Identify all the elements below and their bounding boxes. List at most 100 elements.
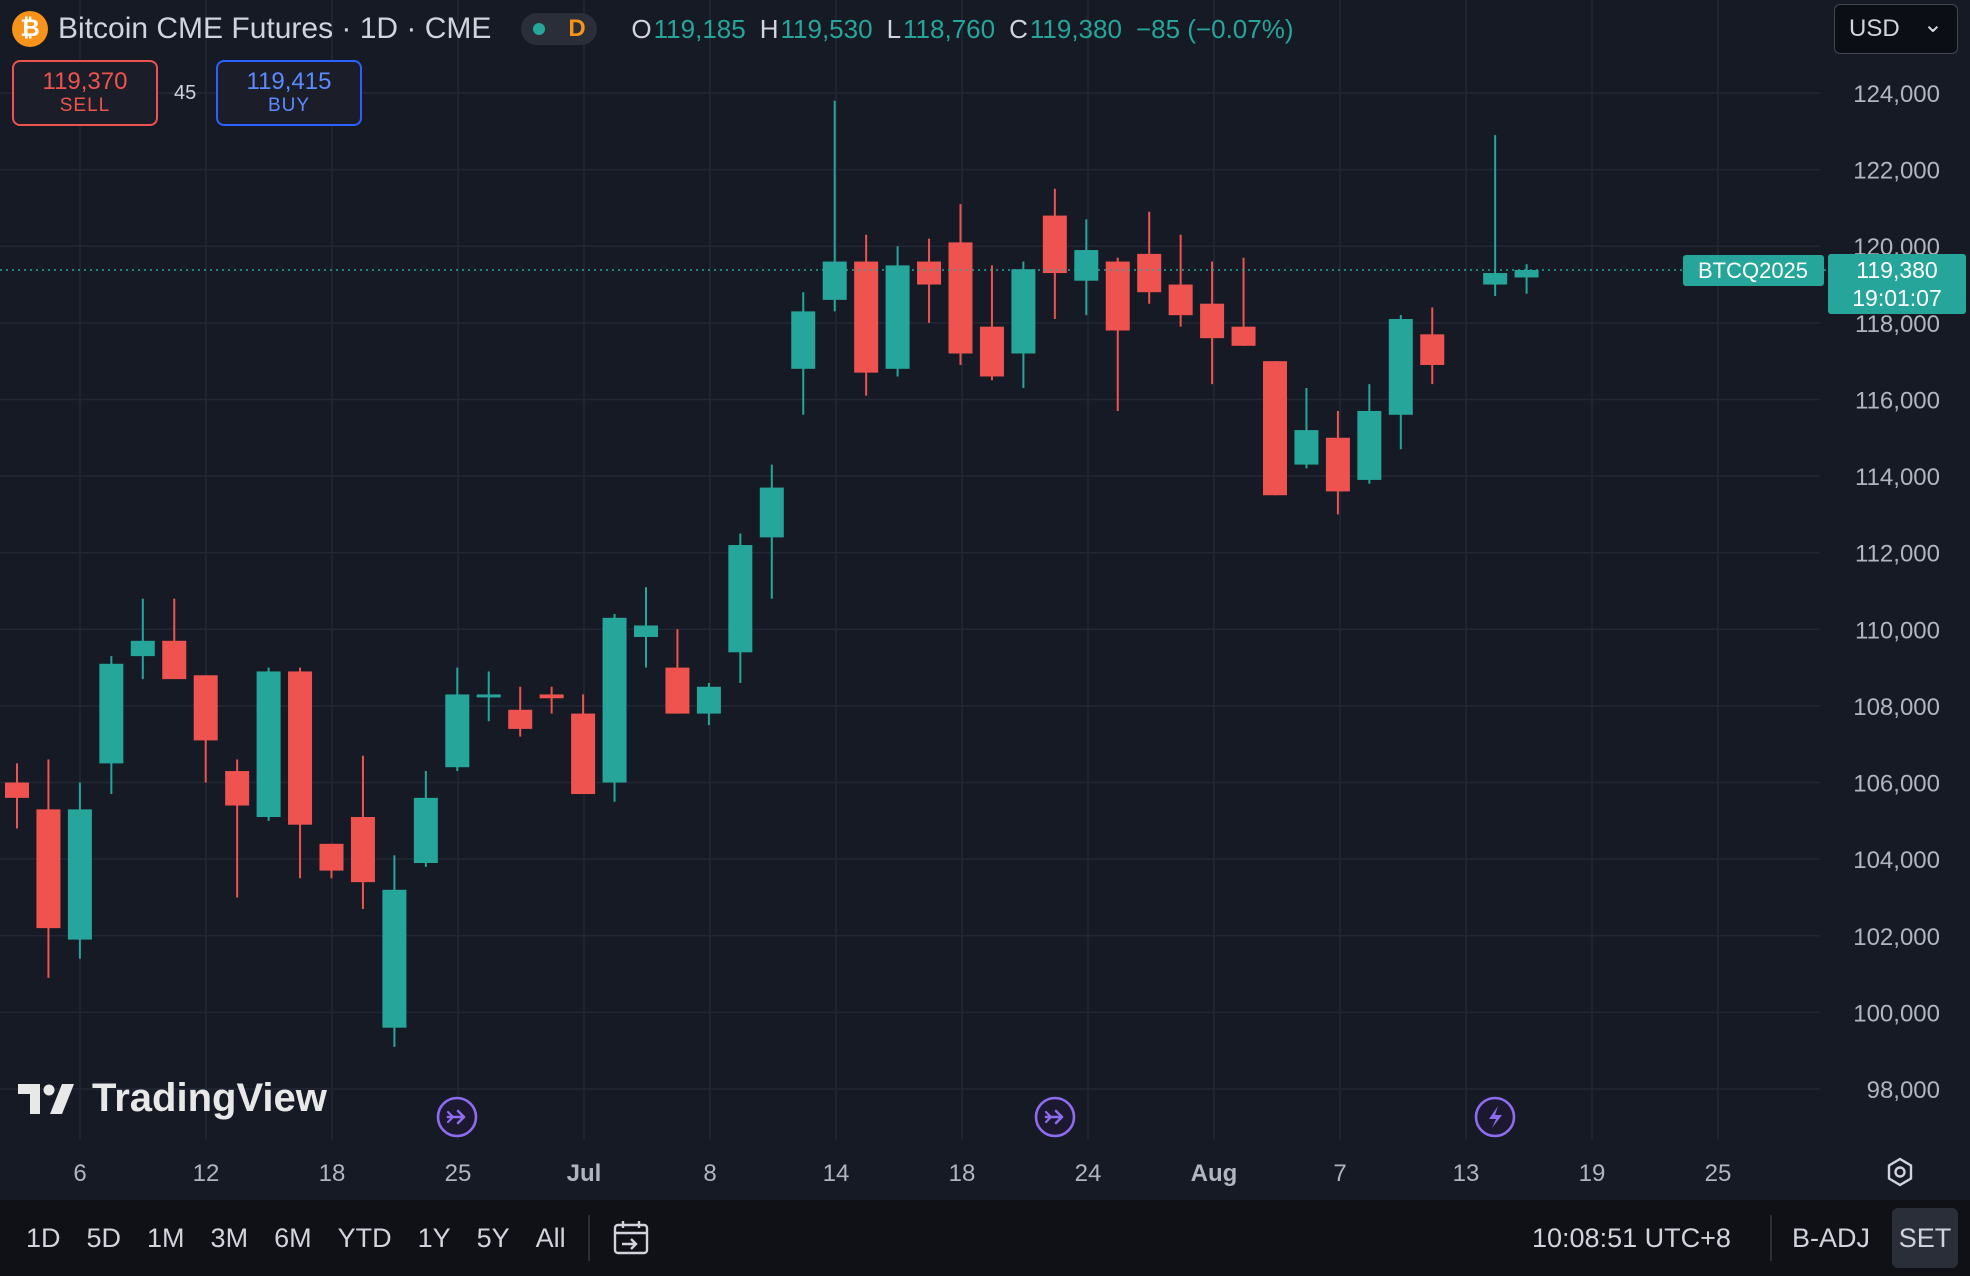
go-to-date-calendar-icon[interactable]: [612, 1218, 652, 1258]
x-tick-label: 13: [1453, 1160, 1480, 1187]
candle-body: [382, 889, 407, 1028]
sell-label: SELL: [59, 94, 111, 116]
candle-body: [36, 809, 61, 929]
currency-value: USD: [1849, 15, 1900, 42]
x-tick-label: 14: [823, 1160, 850, 1187]
x-tick-label: 24: [1075, 1160, 1102, 1187]
candle-body: [445, 694, 470, 768]
x-tick-label: 8: [703, 1160, 716, 1187]
ohlc-close: C119,380: [1009, 13, 1122, 44]
settlement-toggle[interactable]: SET: [1892, 1208, 1958, 1268]
candle-body: [1388, 319, 1413, 415]
candle-body: [1105, 261, 1130, 331]
candle-body: [634, 625, 658, 637]
candle-body: [508, 709, 533, 729]
bar-countdown-text: 19:01:07: [1852, 285, 1942, 311]
range-5y-button[interactable]: 5Y: [477, 1223, 510, 1254]
candle-body: [1074, 250, 1099, 281]
x-tick-label: 19: [1579, 1160, 1606, 1187]
candle-body: [1231, 326, 1256, 346]
candle-body: [99, 663, 124, 764]
price-chart[interactable]: 98,000 100,000 102,000 104,000 106,000 108,00…: [0, 0, 1970, 1200]
settlement-label: SET: [1898, 1222, 1952, 1253]
y-tick-label: 100,000: [1853, 1000, 1940, 1027]
symbol-title[interactable]: Bitcoin CME Futures · 1D · CME: [58, 12, 491, 46]
y-tick-label: 112,000: [1855, 541, 1940, 568]
candle-body: [1514, 269, 1539, 278]
y-tick-label: 122,000: [1853, 158, 1940, 185]
range-6m-button[interactable]: 6M: [274, 1223, 312, 1254]
sell-button[interactable]: 119,370 SELL: [12, 60, 158, 126]
candle-body: [602, 617, 627, 783]
candle-body: [1263, 361, 1287, 496]
range-1m-button[interactable]: 1M: [147, 1223, 185, 1254]
candle-body: [5, 782, 29, 798]
candle-body: [319, 843, 344, 871]
range-3m-button[interactable]: 3M: [211, 1223, 249, 1254]
tradingview-logo-icon: [18, 1083, 74, 1114]
delay-flag: D: [568, 15, 586, 42]
timezone-clock[interactable]: 10:08:51 UTC+8: [1532, 1223, 1731, 1254]
y-tick-label: 98,000: [1867, 1077, 1940, 1104]
toolbar-divider: [587, 1215, 590, 1261]
candle-body: [1357, 410, 1382, 480]
candle-body: [350, 817, 375, 883]
candle-body: [67, 809, 92, 940]
candle-body: [917, 261, 942, 285]
x-tick-label: 25: [1705, 1160, 1732, 1187]
candle-body: [696, 686, 721, 714]
y-tick-label: 116,000: [1855, 387, 1940, 414]
range-5d-button[interactable]: 5D: [87, 1223, 122, 1254]
candle-body: [225, 771, 250, 806]
ohlc-change: −85 (−0.07%): [1135, 13, 1294, 44]
candle-body: [1137, 253, 1162, 293]
symbol-tag-text: BTCQ2025: [1698, 258, 1808, 283]
x-tick-label: 18: [949, 1160, 976, 1187]
buy-label: BUY: [267, 94, 311, 116]
arrow-circle-icon[interactable]: [1034, 1096, 1076, 1138]
arrow-circle-icon[interactable]: [436, 1096, 478, 1138]
ohlc-values: O119,185 H119,530 L118,760 C119,380 −85 …: [631, 14, 1293, 45]
tradingview-logo-text: TradingView: [92, 1076, 327, 1120]
market-status-dot-icon: [533, 23, 546, 35]
back-adjust-toggle[interactable]: B-ADJ: [1792, 1223, 1870, 1254]
range-1y-button[interactable]: 1Y: [418, 1223, 451, 1254]
candle-body: [1200, 303, 1225, 339]
lightning-icon[interactable]: [1474, 1096, 1516, 1138]
ohlc-high: H119,530: [759, 13, 873, 44]
time-axis[interactable]: 6 12 18 25 Jul 8 14 18 24 Aug 7 13 19 25: [73, 1160, 1731, 1187]
chevron-down-icon: ⌄: [1922, 10, 1943, 38]
candles: [5, 100, 1539, 1047]
buy-price: 119,415: [246, 68, 332, 96]
candle-body: [1483, 273, 1508, 285]
tradingview-logo: TradingView: [18, 1076, 327, 1121]
y-tick-label: 102,000: [1853, 924, 1940, 951]
candle-body: [256, 671, 281, 818]
range-ytd-button[interactable]: YTD: [338, 1223, 392, 1254]
range-all-button[interactable]: All: [536, 1223, 566, 1254]
x-tick-label: Aug: [1191, 1160, 1238, 1187]
y-tick-label: 118,000: [1855, 311, 1940, 338]
event-markers[interactable]: [436, 1096, 1516, 1138]
candle-body: [571, 713, 596, 795]
range-1d-button[interactable]: 1D: [26, 1223, 61, 1254]
data-status-pill[interactable]: D: [521, 13, 598, 45]
candle-body: [822, 261, 847, 300]
settings-gear-icon[interactable]: [1887, 1157, 1913, 1187]
candle-body: [130, 640, 155, 657]
x-tick-label: 7: [1333, 1160, 1346, 1187]
candle-body: [162, 640, 187, 680]
y-tick-label: 106,000: [1853, 771, 1940, 798]
x-tick-label: 25: [445, 1160, 472, 1187]
candle-body: [193, 675, 218, 741]
spread-value: 45: [174, 82, 197, 104]
candle-body: [539, 694, 564, 699]
toolbar-divider: [1770, 1215, 1772, 1261]
price-axis[interactable]: 98,000 100,000 102,000 104,000 106,000 108,00…: [1853, 81, 1940, 1104]
candle-body: [979, 326, 1004, 377]
currency-select[interactable]: USD ⌄: [1834, 4, 1958, 54]
candle-body: [665, 667, 690, 714]
buy-button[interactable]: 119,415 BUY: [216, 60, 362, 126]
bottom-toolbar: 1D 5D 1M 3M 6M YTD 1Y 5Y All 10:08:51 UT…: [0, 1200, 1970, 1276]
x-tick-label: 12: [193, 1160, 220, 1187]
